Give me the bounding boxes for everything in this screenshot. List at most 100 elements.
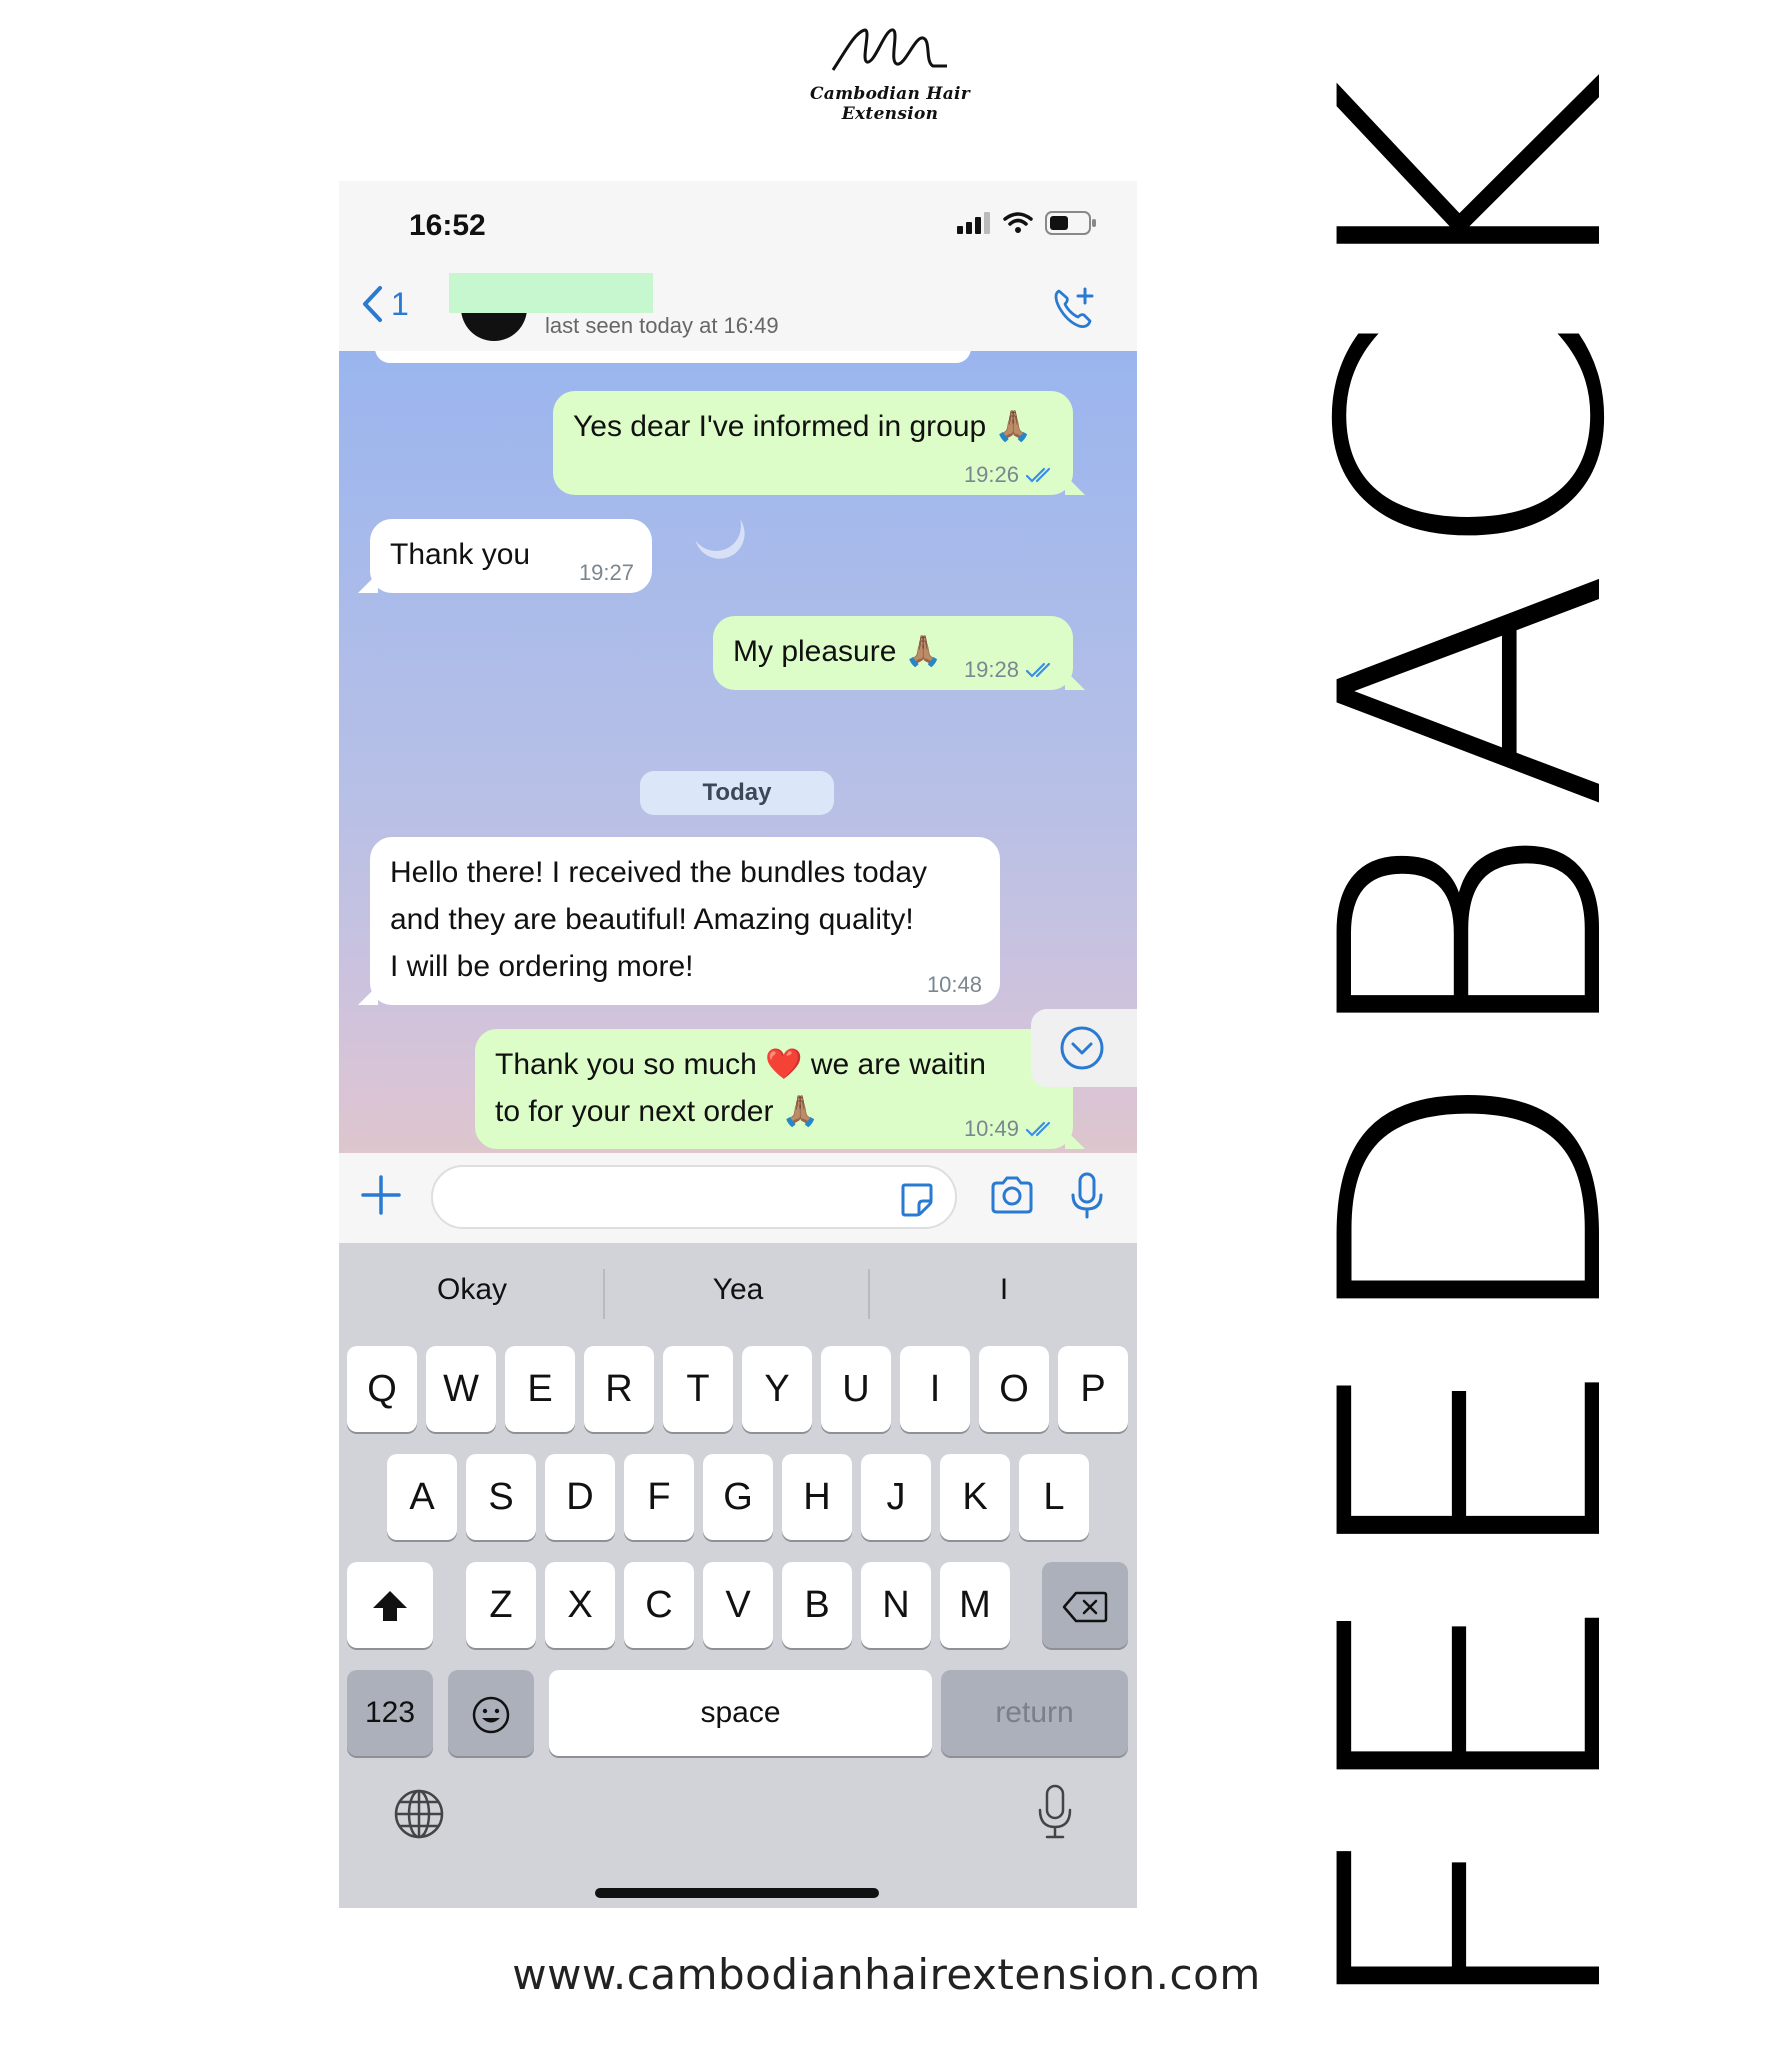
key-q[interactable]: Q: [347, 1346, 417, 1432]
message-time: 19:27: [578, 560, 634, 585]
chevron-down-circle-icon: [1060, 1026, 1104, 1070]
message-incoming[interactable]: Hello there! I received the bundles toda…: [358, 837, 1000, 1005]
microphone-icon: [1071, 1172, 1103, 1219]
message-meta: 19:28: [964, 658, 1055, 682]
message-outgoing[interactable]: Yes dear I've informed in group 🙏🏽 19:26: [553, 391, 1085, 495]
phone-screenshot: 16:52 1 last seen today at 16:49 Yes dea…: [339, 181, 1137, 1908]
suggestion-i[interactable]: I: [904, 1273, 1104, 1307]
key-e[interactable]: E: [505, 1346, 575, 1432]
bubble-tail: [1065, 475, 1085, 495]
message-meta: 10:49: [964, 1117, 1055, 1141]
key-w[interactable]: W: [426, 1346, 496, 1432]
message-line: Hello there! I received the bundles toda…: [390, 856, 927, 889]
read-ticks-icon: [1025, 1121, 1051, 1137]
bubble-tail: [1065, 1129, 1085, 1149]
scroll-to-bottom-button[interactable]: [1031, 1009, 1137, 1087]
battery-icon: [1045, 211, 1096, 235]
key-n[interactable]: N: [861, 1562, 931, 1648]
bubble-tail: [358, 573, 378, 593]
suggestion-yea[interactable]: Yea: [638, 1273, 838, 1307]
message-text: My pleasure 🙏🏽: [733, 635, 943, 668]
status-icons: [957, 211, 1097, 235]
feedback-title: FEEDBACK: [1265, 61, 1684, 2029]
message-line: Thank you so much ❤️ we are waitin: [495, 1048, 986, 1081]
message-time: 10:49: [963, 1116, 1019, 1141]
space-key[interactable]: space: [549, 1670, 932, 1756]
key-h[interactable]: H: [782, 1454, 852, 1540]
key-x[interactable]: X: [545, 1562, 615, 1648]
sticker-icon: [901, 1183, 933, 1217]
globe-icon: [394, 1789, 444, 1839]
website-url: www.cambodianhairextension.com: [512, 1950, 1261, 1999]
globe-key[interactable]: [393, 1788, 445, 1845]
key-k[interactable]: K: [940, 1454, 1010, 1540]
key-c[interactable]: C: [624, 1562, 694, 1648]
attach-button[interactable]: [359, 1173, 403, 1222]
message-meta: 19:27: [579, 561, 634, 585]
voice-message-button[interactable]: [1069, 1171, 1105, 1226]
message-time: 10:48: [926, 972, 982, 997]
chat-header: 1 last seen today at 16:49: [339, 271, 1137, 351]
phone-add-icon: [1054, 287, 1094, 329]
message-line: I will be ordering more!: [390, 950, 694, 983]
key-a[interactable]: A: [387, 1454, 457, 1540]
wifi-icon: [1003, 212, 1033, 233]
home-indicator: [595, 1888, 879, 1898]
message-time: 19:26: [963, 462, 1019, 487]
message-text: Yes dear I've informed in group 🙏🏽: [573, 410, 1032, 443]
key-z[interactable]: Z: [466, 1562, 536, 1648]
key-b[interactable]: B: [782, 1562, 852, 1648]
chevron-left-icon: [363, 286, 382, 322]
key-v[interactable]: V: [703, 1562, 773, 1648]
status-bar: 16:52: [339, 181, 1137, 271]
message-incoming[interactable]: Thank you 19:27: [358, 519, 652, 593]
key-s[interactable]: S: [466, 1454, 536, 1540]
key-l[interactable]: L: [1019, 1454, 1089, 1540]
message-input-bar: [339, 1153, 1137, 1243]
key-y[interactable]: Y: [742, 1346, 812, 1432]
return-key[interactable]: return: [941, 1670, 1128, 1756]
numbers-key[interactable]: 123: [347, 1670, 433, 1756]
message-outgoing[interactable]: Thank you so much ❤️ we are waitin to fo…: [475, 1029, 1085, 1149]
message-input[interactable]: [431, 1165, 957, 1229]
date-separator: Today: [640, 771, 834, 815]
key-t[interactable]: T: [663, 1346, 733, 1432]
key-j[interactable]: J: [861, 1454, 931, 1540]
bubble-tail: [358, 985, 378, 1005]
key-f[interactable]: F: [624, 1454, 694, 1540]
camera-button[interactable]: [989, 1175, 1035, 1220]
emoji-key[interactable]: [448, 1670, 534, 1756]
predictive-bar: Okay Yea I: [339, 1243, 1137, 1347]
message-meta: 10:48: [927, 973, 982, 997]
back-button[interactable]: 1: [361, 285, 409, 323]
key-u[interactable]: U: [821, 1346, 891, 1432]
previous-message-edge: [375, 351, 971, 363]
key-o[interactable]: O: [979, 1346, 1049, 1432]
key-g[interactable]: G: [703, 1454, 773, 1540]
camera-icon: [991, 1176, 1033, 1214]
key-p[interactable]: P: [1058, 1346, 1128, 1432]
plus-icon: [361, 1175, 401, 1215]
dictation-key[interactable]: [1035, 1783, 1075, 1846]
emoji-icon: [472, 1696, 510, 1734]
read-ticks-icon: [1025, 662, 1051, 678]
brand-logo-mark: [831, 28, 947, 71]
message-outgoing[interactable]: My pleasure 🙏🏽 19:28: [713, 616, 1085, 690]
sticker-button[interactable]: [899, 1181, 935, 1222]
backspace-key[interactable]: [1042, 1562, 1128, 1648]
suggestion-divider: [603, 1269, 605, 1319]
microphone-icon: [1038, 1784, 1072, 1839]
shift-key[interactable]: [347, 1562, 433, 1648]
wallpaper-moon: [684, 494, 748, 558]
key-d[interactable]: D: [545, 1454, 615, 1540]
brand-logo: Cambodian Hair Extension: [770, 22, 1010, 124]
key-i[interactable]: I: [900, 1346, 970, 1432]
contact-name-redacted: [449, 273, 653, 313]
key-r[interactable]: R: [584, 1346, 654, 1432]
key-m[interactable]: M: [940, 1562, 1010, 1648]
signal-icon: [957, 212, 990, 234]
last-seen-status: last seen today at 16:49: [545, 313, 779, 338]
chat-area[interactable]: Yes dear I've informed in group 🙏🏽 19:26…: [339, 351, 1137, 1153]
suggestion-okay[interactable]: Okay: [372, 1273, 572, 1307]
add-call-button[interactable]: [1051, 285, 1097, 336]
